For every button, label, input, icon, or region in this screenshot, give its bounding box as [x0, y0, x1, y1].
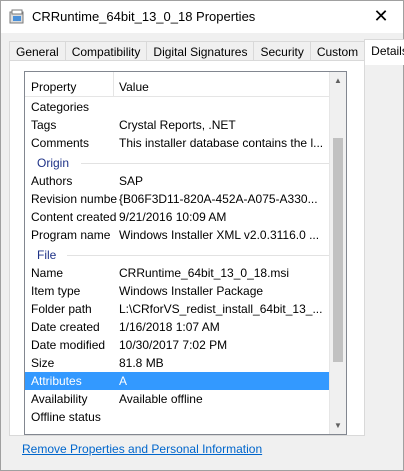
- list-item[interactable]: Categories: [25, 98, 330, 116]
- scrollbar-thumb[interactable]: [333, 138, 343, 362]
- tab-strip: General Compatibility Digital Signatures…: [9, 39, 404, 65]
- scroll-down-arrow-icon[interactable]: ▼: [330, 417, 346, 434]
- property-name: Folder path: [31, 302, 92, 316]
- list-item[interactable]: Item type Windows Installer Package: [25, 282, 330, 300]
- msi-package-icon: [9, 9, 24, 24]
- list-item[interactable]: Availability Available offline: [25, 390, 330, 408]
- list-item[interactable]: Program name Windows Installer XML v2.0.…: [25, 226, 330, 244]
- property-value: 1/16/2018 1:07 AM: [119, 320, 220, 334]
- group-header-origin: Origin: [25, 152, 330, 172]
- property-value: L:\CRforVS_redist_install_64bit_13_...: [119, 302, 323, 316]
- details-rows: Categories Tags Crystal Reports, .NET Co…: [25, 98, 330, 426]
- group-divider: [67, 255, 330, 256]
- property-name: Offline status: [31, 410, 101, 424]
- property-name: Size: [31, 356, 55, 370]
- details-list[interactable]: Property Value Categories Tags Crystal R…: [24, 71, 347, 435]
- group-header-file: File: [25, 244, 330, 264]
- list-item[interactable]: Date created 1/16/2018 1:07 AM: [25, 318, 330, 336]
- window-title: CRRuntime_64bit_13_0_18 Properties: [32, 9, 256, 24]
- property-name: Tags: [31, 118, 57, 132]
- list-item[interactable]: Comments This installer database contain…: [25, 134, 330, 152]
- list-item[interactable]: Size 81.8 MB: [25, 354, 330, 372]
- list-item[interactable]: Authors SAP: [25, 172, 330, 190]
- property-name: Categories: [31, 100, 90, 114]
- property-name: Content created: [31, 210, 117, 224]
- property-name: Date created: [31, 320, 100, 334]
- property-name: Date modified: [31, 338, 106, 352]
- property-name: Availability: [31, 392, 88, 406]
- group-label: Origin: [37, 156, 70, 170]
- details-panel: Property Value Categories Tags Crystal R…: [9, 60, 365, 436]
- property-value: 81.8 MB: [119, 356, 164, 370]
- group-divider: [81, 163, 330, 164]
- properties-window: CRRuntime_64bit_13_0_18 Properties ✕ Gen…: [0, 0, 404, 471]
- list-item[interactable]: Name CRRuntime_64bit_13_0_18.msi: [25, 264, 330, 282]
- column-header-row: Property Value: [25, 72, 330, 97]
- property-name: Revision number: [31, 192, 117, 206]
- property-value: Windows Installer Package: [119, 284, 264, 298]
- property-name: Attributes: [31, 374, 82, 388]
- property-name: Authors: [31, 174, 73, 188]
- group-label: File: [37, 248, 57, 262]
- property-value: A: [119, 374, 128, 388]
- property-value: CRRuntime_64bit_13_0_18.msi: [119, 266, 290, 280]
- property-value: Windows Installer XML v2.0.3116.0 ...: [119, 228, 320, 242]
- property-name: Item type: [31, 284, 81, 298]
- title-bar[interactable]: CRRuntime_64bit_13_0_18 Properties ✕: [1, 1, 403, 33]
- close-button[interactable]: ✕: [359, 1, 403, 32]
- list-item-selected[interactable]: Attributes A: [25, 372, 330, 390]
- property-value: This installer database contains the l..…: [119, 136, 324, 150]
- property-value: 9/21/2016 10:09 AM: [119, 210, 227, 224]
- column-divider[interactable]: [113, 72, 114, 97]
- vertical-scrollbar[interactable]: ▲ ▼: [329, 72, 346, 434]
- list-item[interactable]: Tags Crystal Reports, .NET: [25, 116, 330, 134]
- property-value: Available offline: [119, 392, 203, 406]
- close-icon: ✕: [373, 6, 389, 26]
- property-name: Comments: [31, 136, 90, 150]
- list-item[interactable]: Date modified 10/30/2017 7:02 PM: [25, 336, 330, 354]
- property-name: Program name: [31, 228, 111, 242]
- list-item[interactable]: Offline status: [25, 408, 330, 426]
- property-value: {B06F3D11-820A-452A-A075-A330...: [119, 192, 318, 206]
- list-item[interactable]: Folder path L:\CRforVS_redist_install_64…: [25, 300, 330, 318]
- list-item[interactable]: Content created 9/21/2016 10:09 AM: [25, 208, 330, 226]
- remove-properties-link[interactable]: Remove Properties and Personal Informati…: [22, 442, 262, 456]
- column-header-property[interactable]: Property: [31, 80, 76, 94]
- property-value: 10/30/2017 7:02 PM: [119, 338, 228, 352]
- column-header-value[interactable]: Value: [119, 80, 149, 94]
- property-name: Name: [31, 266, 64, 280]
- tab-details[interactable]: Details: [364, 39, 404, 65]
- scroll-up-arrow-icon[interactable]: ▲: [330, 72, 346, 89]
- list-item[interactable]: Revision number {B06F3D11-820A-452A-A075…: [25, 190, 330, 208]
- property-value: Crystal Reports, .NET: [119, 118, 236, 132]
- property-value: SAP: [119, 174, 144, 188]
